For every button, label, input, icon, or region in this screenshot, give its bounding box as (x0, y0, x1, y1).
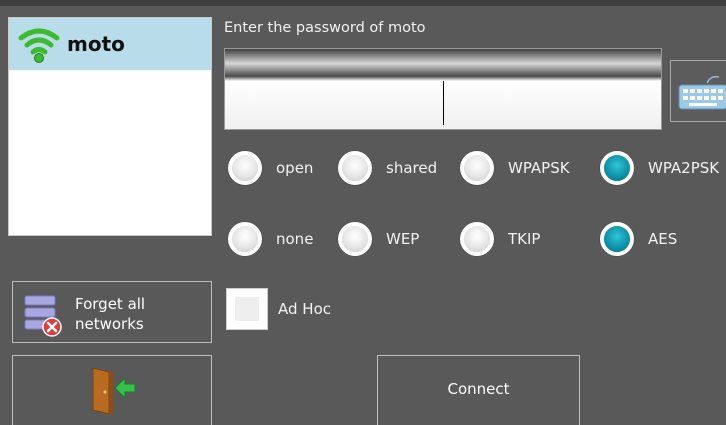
radio-enc-wep[interactable]: WEP (338, 218, 419, 260)
radio-enc-none[interactable]: none (228, 218, 313, 260)
radio-circle[interactable] (460, 222, 494, 256)
radio-enc-aes[interactable]: AES (600, 218, 677, 260)
network-list[interactable]: moto (8, 17, 212, 236)
adhoc-label: Ad Hoc (278, 300, 331, 318)
exit-button[interactable] (12, 355, 212, 425)
radio-auth-wpa2psk[interactable]: WPA2PSK (600, 147, 719, 189)
radio-circle-selected[interactable] (600, 151, 634, 185)
radio-circle[interactable] (338, 222, 372, 256)
radio-circle-selected[interactable] (600, 222, 634, 256)
text-caret (443, 81, 444, 125)
radio-label: open (276, 159, 314, 177)
connect-label: Connect (447, 380, 510, 398)
adhoc-checkbox[interactable] (226, 288, 268, 330)
forget-networks-icon (24, 295, 62, 337)
adhoc-checkbox-row[interactable]: Ad Hoc (226, 288, 331, 330)
forget-label-line1: Forget all (75, 295, 146, 313)
radio-label: WPA2PSK (648, 159, 720, 177)
radio-circle[interactable] (338, 151, 372, 185)
password-box (224, 48, 662, 130)
radio-auth-open[interactable]: open (228, 147, 313, 189)
radio-enc-tkip[interactable]: TKIP (460, 218, 540, 260)
radio-circle[interactable] (228, 151, 262, 185)
radio-auth-shared[interactable]: shared (338, 147, 437, 189)
wifi-signal-icon (17, 24, 61, 64)
forget-all-networks-button[interactable]: Forget all networks (12, 281, 212, 343)
radio-label: AES (648, 230, 678, 248)
network-ssid: moto (67, 32, 125, 56)
connect-button[interactable]: Connect (377, 355, 580, 425)
password-prompt: Enter the password of moto (224, 20, 426, 36)
top-edge (0, 0, 726, 6)
forget-label-line2: networks (75, 315, 144, 333)
radio-label: WPAPSK (508, 159, 570, 177)
radio-label: WEP (386, 230, 420, 248)
radio-label: shared (386, 159, 438, 177)
radio-circle[interactable] (228, 222, 262, 256)
keyboard-icon (678, 75, 726, 110)
network-item-moto[interactable]: moto (9, 18, 211, 70)
radio-circle[interactable] (460, 151, 494, 185)
exit-door-icon (92, 367, 136, 414)
radio-label: TKIP (508, 230, 541, 248)
keyboard-button[interactable] (670, 60, 726, 122)
radio-label: none (276, 230, 314, 248)
radio-auth-wpapsk[interactable]: WPAPSK (460, 147, 570, 189)
